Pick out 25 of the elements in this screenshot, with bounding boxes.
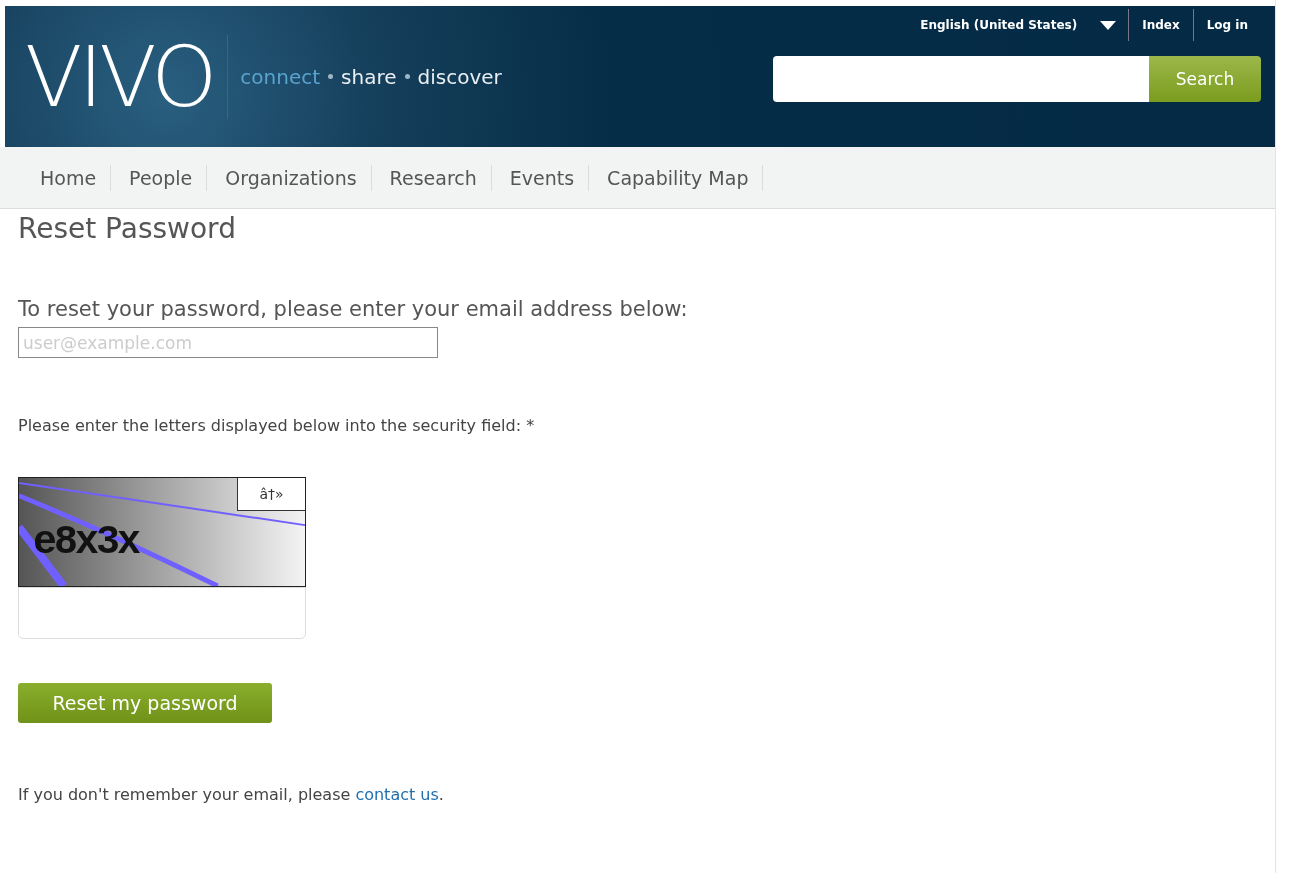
contact-link[interactable]: contact us [355,785,439,804]
language-selector[interactable]: English (United States) [907,18,1091,32]
bullet-icon [404,74,410,79]
refresh-button[interactable]: â†» [237,478,305,511]
caret-icon[interactable] [1100,20,1117,30]
nav-link[interactable]: Capability Map [589,164,764,191]
tagline-word: share [341,64,397,89]
search-field[interactable] [773,56,1149,102]
captcha-prompt: Please enter the letters displayed below into the security field: * [18,416,536,435]
logo[interactable]: VIVO [25,34,229,119]
instruction-text: To reset your password, please enter your email address below: [18,297,689,321]
nav-link[interactable]: Home [22,164,112,191]
tagline-word: discover [417,64,502,89]
nav-link[interactable]: Organizations [207,164,372,191]
nav-link[interactable]: Research [371,164,492,191]
security-field[interactable] [18,587,306,639]
nav-link[interactable]: People [111,164,208,191]
page-title: Reset Password [18,211,237,247]
footer-text: If you don't remember your email, please [18,785,352,804]
period-text: . [438,785,444,804]
bullet-icon [328,74,334,79]
header-link[interactable]: Index [1128,9,1193,41]
nav-link[interactable]: Events [491,164,590,191]
header-link[interactable]: Log in [1192,9,1261,41]
tagline-word: connect [240,64,321,89]
